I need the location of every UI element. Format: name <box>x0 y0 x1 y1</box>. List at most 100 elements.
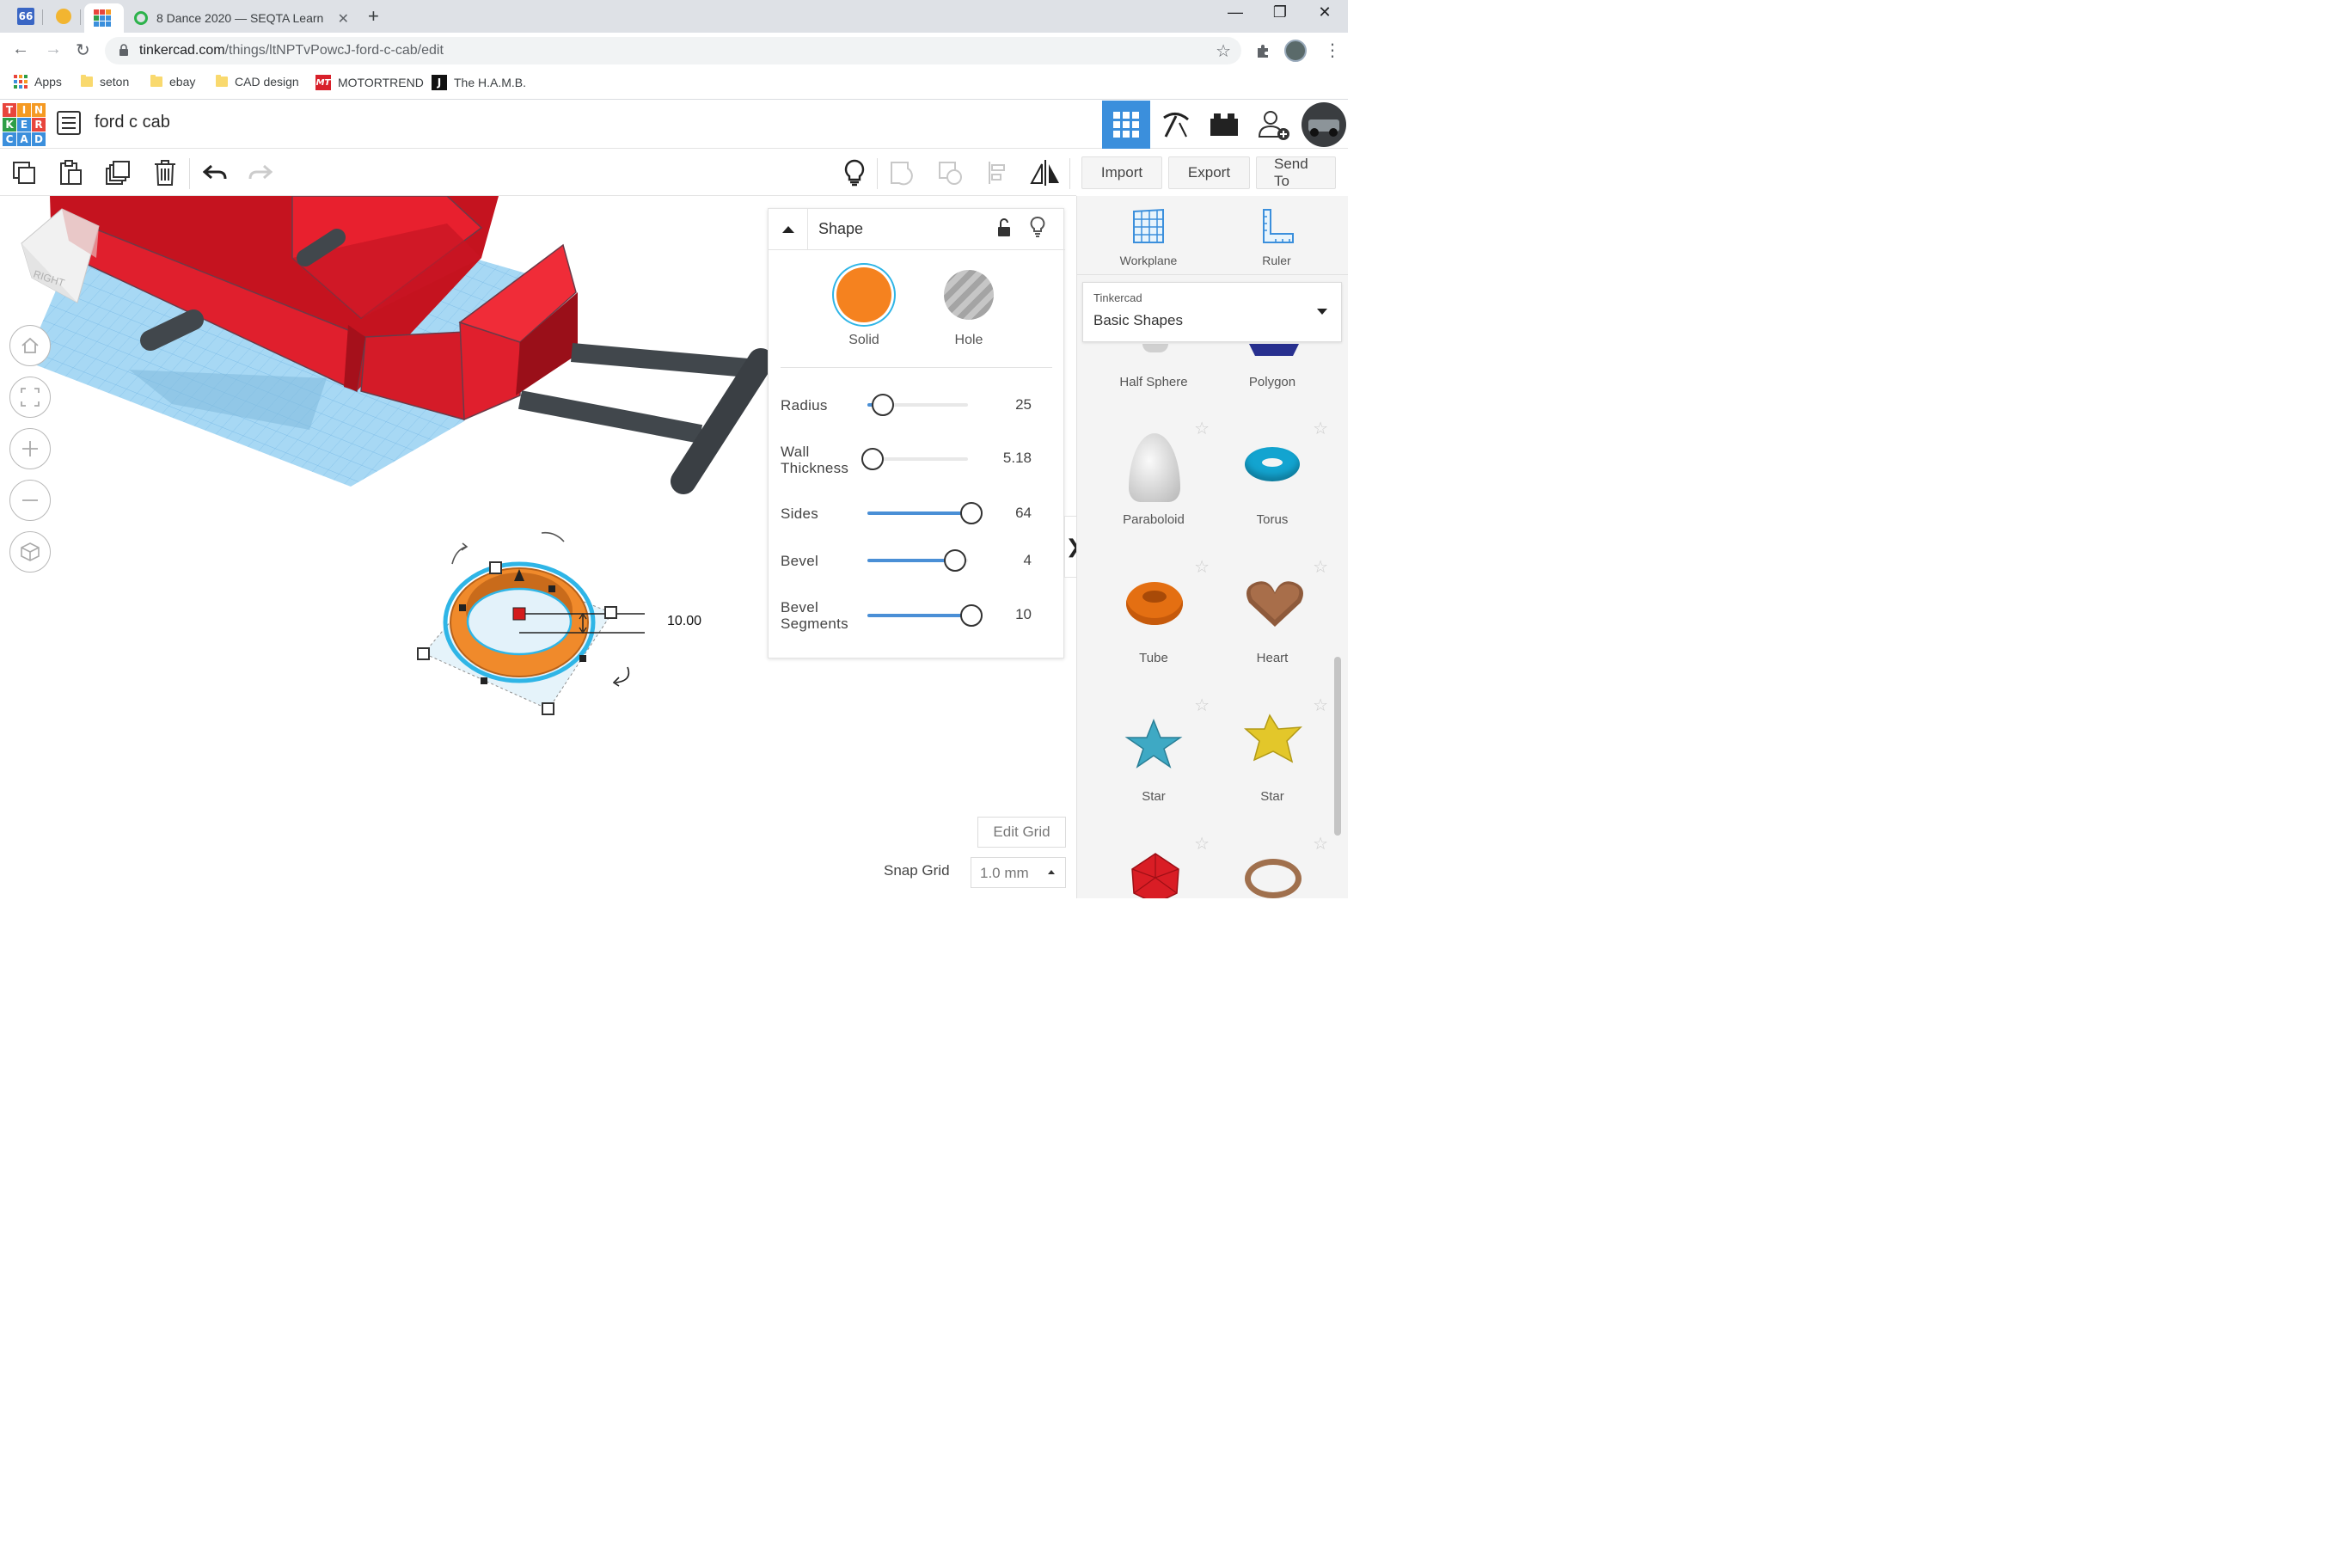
reload-button[interactable]: ↻ <box>76 40 90 61</box>
tab-tinkercad[interactable] <box>84 3 124 33</box>
home-view-button[interactable] <box>9 325 51 366</box>
slider-knob[interactable] <box>960 502 983 524</box>
fit-view-button[interactable] <box>9 377 51 418</box>
zoom-in-button[interactable] <box>9 428 51 469</box>
minimize-button[interactable]: — <box>1216 3 1255 21</box>
wall-thickness-slider[interactable] <box>861 448 968 470</box>
shape-library-select[interactable]: Tinkercad Basic Shapes <box>1082 282 1342 342</box>
import-button[interactable]: Import <box>1081 156 1162 189</box>
sides-slider[interactable] <box>867 502 983 524</box>
bookmark-star-icon[interactable]: ☆ <box>1216 40 1231 62</box>
favorite-star-icon[interactable]: ☆ <box>1313 695 1328 716</box>
tab-seqta[interactable]: 8 Dance 2020 — SEQTA Learn ✕ <box>126 3 358 33</box>
shape-star-yellow[interactable]: ☆ Star <box>1216 689 1328 818</box>
shape-ring[interactable]: ☆ <box>1216 828 1328 898</box>
zoom-out-button[interactable] <box>9 480 51 521</box>
hole-option[interactable]: Hole <box>930 267 1008 348</box>
tinkercad-logo[interactable]: T I N K E R C A D <box>3 103 46 146</box>
restore-button[interactable]: ❐ <box>1260 3 1300 21</box>
radius-value[interactable]: 25 <box>1015 396 1032 413</box>
bricks-button[interactable] <box>1200 101 1248 149</box>
hole-swatch[interactable] <box>944 270 994 320</box>
address-bar[interactable]: tinkercad.com/things/ltNPTvPowcJ-ford-c-… <box>105 37 1241 64</box>
design-list-icon[interactable] <box>57 111 81 135</box>
shape-torus[interactable]: ☆ Torus <box>1216 413 1328 542</box>
dimension-input[interactable]: 10.00 <box>662 612 707 631</box>
shapes-panel-scrollbar[interactable] <box>1334 657 1341 836</box>
close-tab-icon[interactable]: ✕ <box>338 10 349 28</box>
favorite-star-icon[interactable]: ☆ <box>1313 833 1328 854</box>
copy-button[interactable] <box>9 158 40 187</box>
favorite-star-icon[interactable]: ☆ <box>1194 556 1210 578</box>
bookmark-cad-design[interactable]: CAD design <box>216 75 299 89</box>
bevel-slider[interactable] <box>867 549 968 572</box>
wall-thickness-value[interactable]: 5.18 <box>1003 450 1032 467</box>
shape-tube[interactable]: ☆ Tube <box>1098 551 1210 680</box>
duplicate-button[interactable] <box>102 158 133 187</box>
slider-knob[interactable] <box>872 394 894 416</box>
star-shape-icon <box>1124 719 1183 769</box>
favorite-star-icon[interactable]: ☆ <box>1194 833 1210 854</box>
sides-value[interactable]: 64 <box>1015 505 1032 522</box>
solid-option[interactable]: Solid <box>825 267 903 348</box>
extensions-puzzle-icon[interactable] <box>1255 43 1271 58</box>
edit-grid-button[interactable]: Edit Grid <box>977 817 1066 848</box>
align-button[interactable] <box>983 158 1014 187</box>
group-button[interactable] <box>887 158 918 187</box>
lightbulb-icon[interactable] <box>1030 216 1045 238</box>
bookmark-ebay[interactable]: ebay <box>150 75 195 89</box>
slider-knob[interactable] <box>960 604 983 627</box>
ruler-tool[interactable]: Ruler <box>1234 208 1320 267</box>
snap-grid-select[interactable]: 1.0 mm <box>971 857 1066 888</box>
favorite-star-icon[interactable]: ☆ <box>1194 418 1210 439</box>
workplane-tool[interactable]: Workplane <box>1106 208 1191 267</box>
hole-label: Hole <box>954 333 983 347</box>
pinned-tab-66[interactable]: 66 <box>9 3 43 29</box>
selected-tube-shape[interactable] <box>417 531 645 715</box>
bookmark-hamb[interactable]: J The H.A.M.B. <box>432 75 526 90</box>
unlock-icon[interactable] <box>996 217 1012 238</box>
shape-paraboloid[interactable]: ☆ Paraboloid <box>1098 413 1210 542</box>
design-title[interactable]: ford c cab <box>95 113 170 132</box>
bevel-segments-value[interactable]: 10 <box>1015 606 1032 623</box>
delete-button[interactable] <box>150 158 181 187</box>
send-to-button[interactable]: Send To <box>1256 156 1336 189</box>
close-window-button[interactable]: ✕ <box>1305 3 1344 21</box>
profile-avatar[interactable] <box>1284 40 1307 62</box>
new-tab-button[interactable]: + <box>368 5 379 28</box>
bevel-value[interactable]: 4 <box>1024 552 1032 569</box>
pinned-tab-emoji[interactable] <box>46 3 81 29</box>
export-button[interactable]: Export <box>1168 156 1250 189</box>
slider-knob[interactable] <box>944 549 966 572</box>
blocks-pickaxe-button[interactable] <box>1152 101 1200 149</box>
redo-button[interactable] <box>245 158 276 187</box>
shape-heart[interactable]: ☆ Heart <box>1216 551 1328 680</box>
undo-icon <box>203 164 227 180</box>
shape-star-teal[interactable]: ☆ Star <box>1098 689 1210 818</box>
back-button[interactable]: ← <box>12 40 29 59</box>
forward-button[interactable]: → <box>45 40 62 59</box>
browser-menu-icon[interactable]: ⋮ <box>1324 40 1341 61</box>
radius-slider[interactable] <box>867 394 968 416</box>
3d-view-button[interactable] <box>1102 101 1150 149</box>
mirror-button[interactable] <box>1030 158 1061 187</box>
undo-button[interactable] <box>199 158 230 187</box>
user-avatar[interactable] <box>1302 102 1346 147</box>
bookmark-seton[interactable]: seton <box>81 75 129 89</box>
favorite-star-icon[interactable]: ☆ <box>1194 695 1210 716</box>
favorite-star-icon[interactable]: ☆ <box>1313 418 1328 439</box>
notes-button[interactable] <box>839 158 870 187</box>
bookmark-apps[interactable]: Apps <box>14 75 62 89</box>
copy-icon <box>13 162 35 184</box>
perspective-button[interactable] <box>9 531 51 573</box>
collapse-inspector-button[interactable] <box>769 209 808 250</box>
favorite-star-icon[interactable]: ☆ <box>1313 556 1328 578</box>
invite-user-button[interactable] <box>1250 101 1298 149</box>
solid-swatch[interactable] <box>836 267 891 322</box>
bevel-segments-slider[interactable] <box>867 604 983 627</box>
ungroup-button[interactable] <box>935 158 966 187</box>
slider-knob[interactable] <box>861 448 884 470</box>
paste-button[interactable] <box>55 158 86 187</box>
shape-icosahedron[interactable]: ☆ <box>1098 828 1210 898</box>
bookmark-motortrend[interactable]: MT MOTORTREND <box>315 75 424 90</box>
